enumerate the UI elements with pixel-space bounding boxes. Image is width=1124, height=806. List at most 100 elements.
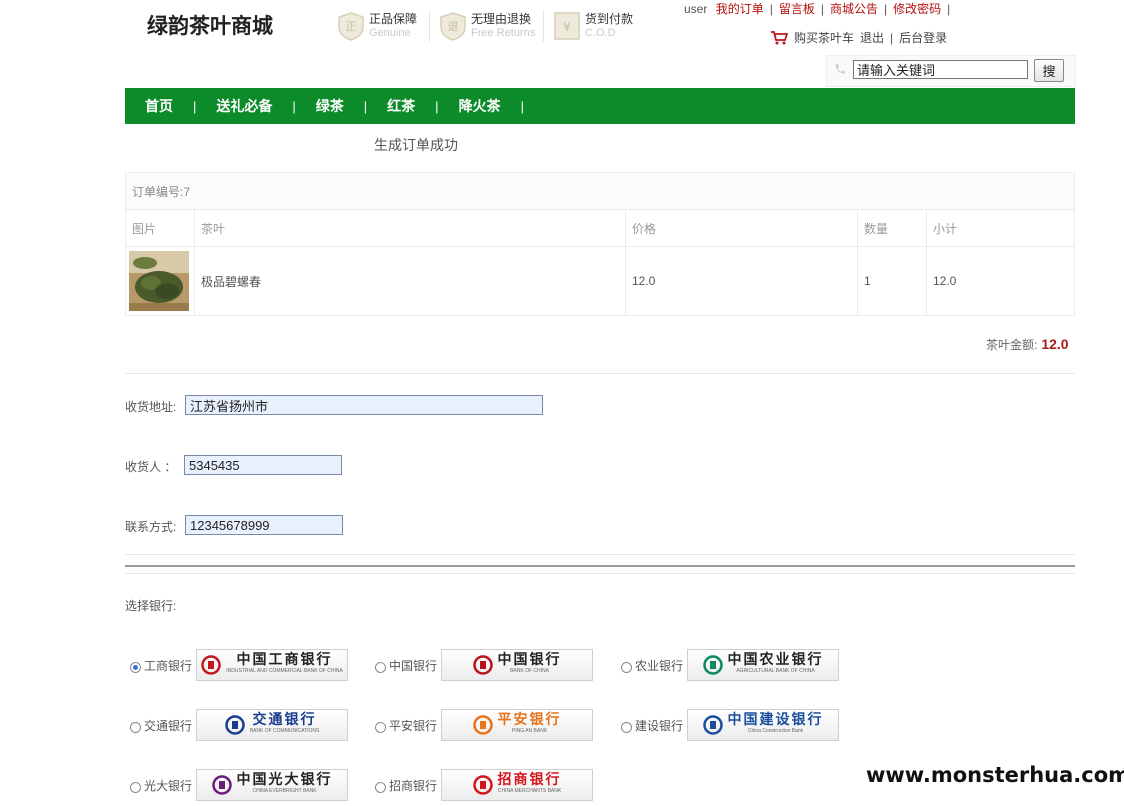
- link-separator: |: [883, 2, 888, 16]
- nav-separator: |: [520, 98, 524, 114]
- promo-genuine-subtitle: Genuine: [369, 27, 411, 39]
- address-label: 收货地址:: [125, 400, 177, 414]
- main-nav: 首页 | 送礼必备 | 绿茶 | 红茶 | 降火茶 |: [125, 88, 1075, 124]
- watermark: www.monsterhua.com: [866, 763, 1124, 787]
- bank-emblem-icon: [224, 715, 245, 735]
- bank-logo-text: 招商银行: [497, 771, 562, 787]
- bank-logo-subtext: BANK OF COMMUNICATIONS: [249, 728, 320, 734]
- admin-login-link[interactable]: 后台登录: [899, 29, 947, 46]
- cart-line: 购买茶叶车 退出 | 后台登录: [770, 29, 947, 46]
- order-table: 订单编号:7 图片 茶叶 价格 数量 小计 极品碧螺春 12.0 1 12.0: [125, 172, 1075, 316]
- bank-option[interactable]: 建设银行 中国建设银行 China Construction Bank: [621, 708, 840, 742]
- bank-emblem-icon: [201, 655, 221, 675]
- icbc-logo-icon[interactable]: 中国工商银行 INDUSTRIAL AND COMMERCIAL BANK OF …: [196, 649, 349, 681]
- total-amount: 12.0: [1041, 336, 1069, 352]
- bank-option[interactable]: 农业银行 中国农业银行 AGRICULTURAL BANK OF CHINA: [621, 648, 840, 682]
- bank-radio[interactable]: [375, 721, 386, 733]
- product-name[interactable]: 极品碧螺春: [194, 246, 626, 316]
- nav-green-tea[interactable]: 绿茶: [296, 88, 364, 124]
- bank-logo-subtext: INDUSTRIAL AND COMMERCIAL BANK OF CHINA: [226, 668, 343, 674]
- my-orders-link[interactable]: 我的订单: [716, 2, 764, 16]
- svg-text:退: 退: [448, 20, 459, 33]
- bank-option[interactable]: 招商银行 招商银行 CHINA MERCHANTS BANK: [375, 768, 594, 802]
- svg-text:正: 正: [346, 20, 357, 33]
- bank-name: 光大银行: [144, 778, 193, 793]
- cart-link[interactable]: 购买茶叶车: [794, 29, 854, 46]
- bank-radio[interactable]: [375, 781, 386, 793]
- search-input[interactable]: [853, 60, 1028, 79]
- bank-name: 工商银行: [144, 658, 193, 673]
- promo-cod-subtitle: C.O.D: [585, 27, 616, 39]
- bank-name: 中国银行: [389, 658, 438, 673]
- order-number: 订单编号:7: [125, 172, 1075, 210]
- bank-option[interactable]: 平安银行 平安银行 PING AN BANK: [375, 708, 594, 742]
- bocom-logo-icon[interactable]: 交通银行 BANK OF COMMUNICATIONS: [196, 709, 349, 741]
- bank-radio[interactable]: [375, 661, 386, 673]
- promo-divider: [429, 10, 430, 42]
- promo-returns: 退 无理由退换 Free Returns: [439, 8, 535, 44]
- promo-returns-subtitle: Free Returns: [471, 27, 536, 39]
- address-input[interactable]: [185, 395, 543, 415]
- contact-label: 联系方式:: [125, 520, 177, 534]
- bank-logo-text: 中国建设银行: [727, 711, 824, 727]
- ccb-logo-icon[interactable]: 中国建设银行 China Construction Bank: [687, 709, 840, 741]
- logout-link[interactable]: 退出: [860, 29, 884, 46]
- product-image[interactable]: [129, 251, 189, 311]
- change-password-link[interactable]: 修改密码: [893, 2, 941, 16]
- bank-option[interactable]: 中国银行 中国银行 BANK OF CHINA: [375, 648, 594, 682]
- nav-home[interactable]: 首页: [125, 88, 193, 124]
- bank-option[interactable]: 光大银行 中国光大银行 CHINA EVERBRIGHT BANK: [130, 768, 349, 802]
- bank-logo-text: 平安银行: [497, 711, 562, 727]
- bank-option[interactable]: 工商银行 中国工商银行 INDUSTRIAL AND COMMERCIAL BANK…: [130, 648, 349, 682]
- link-separator: |: [820, 2, 824, 16]
- bank-radio[interactable]: [130, 781, 141, 793]
- abc-logo-icon[interactable]: 中国农业银行 AGRICULTURAL BANK OF CHINA: [687, 649, 840, 681]
- nav-cooling-tea[interactable]: 降火茶: [439, 88, 521, 124]
- col-qty: 数量: [857, 209, 927, 247]
- bank-radio[interactable]: [621, 661, 632, 673]
- username: user: [684, 2, 708, 16]
- site-logo[interactable]: 绿韵茶叶商城: [147, 10, 273, 40]
- search-button[interactable]: 搜: [1034, 59, 1064, 82]
- link-separator: |: [947, 2, 951, 16]
- announcement-link[interactable]: 商城公告: [830, 2, 878, 16]
- cmb-logo-icon[interactable]: 招商银行 CHINA MERCHANTS BANK: [441, 769, 594, 801]
- product-price: 12.0: [625, 246, 858, 316]
- product-thumb-cell: [125, 246, 195, 316]
- bank-logo-text: 中国工商银行: [236, 651, 333, 667]
- bank-logo-text: 中国光大银行: [236, 771, 333, 787]
- product-qty: 1: [857, 246, 927, 316]
- table-header-row: 图片 茶叶 价格 数量 小计: [125, 209, 1075, 247]
- message-board-link[interactable]: 留言板: [779, 2, 815, 16]
- bank-emblem-icon: [211, 775, 232, 795]
- promo-divider: [543, 10, 544, 42]
- bank-name: 农业银行: [635, 658, 684, 673]
- bank-radio[interactable]: [621, 721, 632, 733]
- nav-gifts[interactable]: 送礼必备: [196, 88, 292, 124]
- boc-logo-icon[interactable]: 中国银行 BANK OF CHINA: [441, 649, 594, 681]
- bank-emblem-icon: [702, 715, 723, 735]
- bank-logo-subtext: PING AN BANK: [511, 728, 548, 734]
- bank-option[interactable]: 交通银行 交通银行 BANK OF COMMUNICATIONS: [130, 708, 349, 742]
- receiver-input[interactable]: [184, 455, 342, 475]
- col-subtotal: 小计: [926, 209, 1075, 247]
- bank-logo-subtext: CHINA MERCHANTS BANK: [497, 788, 562, 794]
- bank-name: 平安银行: [389, 718, 438, 733]
- bank-logo-subtext: AGRICULTURAL BANK OF CHINA: [736, 668, 815, 674]
- nav-black-tea[interactable]: 红茶: [367, 88, 435, 124]
- promo-cod: ¥ 货到付款 C.O.D: [553, 8, 633, 44]
- bank-radio[interactable]: [130, 661, 141, 673]
- total-label: 茶叶金额:: [986, 338, 1038, 352]
- return-shield-icon: 退: [440, 12, 466, 41]
- product-subtotal: 12.0: [926, 246, 1075, 316]
- bank-name: 招商银行: [389, 778, 438, 793]
- contact-input[interactable]: [185, 515, 343, 535]
- pingan-logo-icon[interactable]: 平安银行 PING AN BANK: [441, 709, 594, 741]
- ceb-logo-icon[interactable]: 中国光大银行 CHINA EVERBRIGHT BANK: [196, 769, 349, 801]
- bank-logo-text: 中国农业银行: [727, 651, 824, 667]
- top-user-links: user 我的订单 | 留言板 | 商城公告 | 修改密码 |: [684, 0, 956, 17]
- divider: [125, 554, 1075, 555]
- bank-emblem-icon: [472, 715, 493, 735]
- bank-logo-subtext: BANK OF CHINA: [510, 668, 549, 674]
- bank-radio[interactable]: [130, 721, 141, 733]
